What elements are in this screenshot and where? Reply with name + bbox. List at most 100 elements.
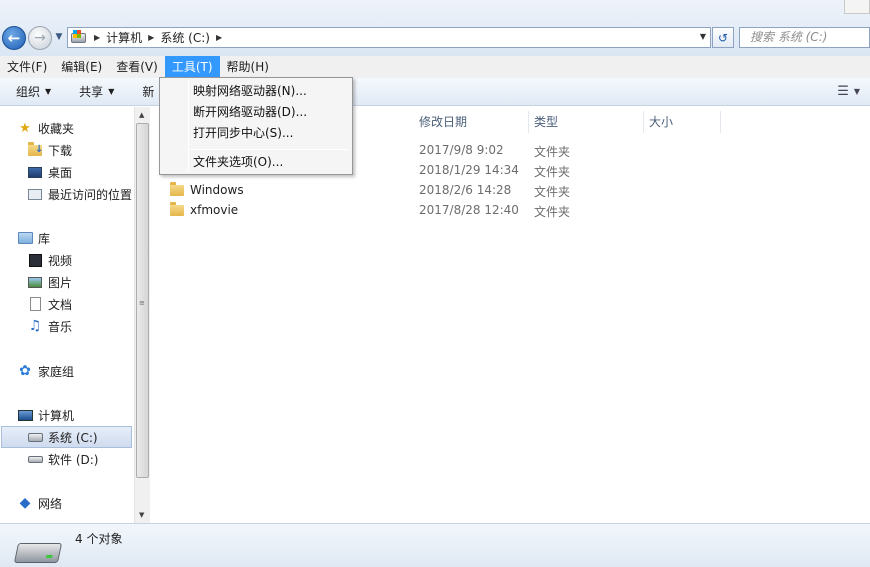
chevron-down-icon: ▼ [853,87,860,96]
sidebar-item-label: 视频 [48,253,73,268]
sidebar-item-desktop[interactable]: 桌面 [27,161,72,183]
system-drive-icon [27,429,43,445]
share-button[interactable]: 共享 ▼ [71,83,122,100]
pictures-icon [27,274,43,290]
file-date: 2018/1/29 14:34 [419,163,519,177]
grip-icon: ≡ [139,299,145,307]
breadcrumb-separator-icon[interactable]: ▶ [148,33,154,42]
chevron-down-icon: ▼ [45,87,52,96]
sidebar-item-libraries[interactable]: 库 [17,227,50,249]
breadcrumb-computer[interactable]: 计算机 [106,29,142,46]
sidebar-item-label: 系统 (C:) [48,430,98,445]
breadcrumb-drive-c[interactable]: 系统 (C:) [160,29,210,46]
column-header-type[interactable]: 类型 [529,111,644,133]
navigation-scrollbar[interactable]: ▲ ≡ ▼ [134,107,150,523]
column-header-size[interactable]: 大小 [644,111,721,133]
music-note-icon: ♫ [28,318,42,334]
sidebar-item-music[interactable]: ♫ 音乐 [27,315,72,337]
organize-label: 组织 [16,85,41,99]
sidebar-item-drive-d[interactable]: 软件 (D:) [27,448,98,470]
file-date: 2018/2/6 14:28 [419,183,512,197]
table-row[interactable]: Windows 2018/2/6 14:28 文件夹 [151,180,711,200]
drive-icon [13,543,63,563]
file-name: xfmovie [190,203,239,217]
sidebar-item-computer[interactable]: 计算机 [17,404,74,426]
file-type: 文件夹 [534,185,571,199]
menu-item-disconnect-network-drive[interactable]: 断开网络驱动器(D)... [193,102,307,122]
scroll-down-icon[interactable]: ▼ [139,511,144,519]
menu-item-folder-options[interactable]: 文件夹选项(O)... [193,152,283,172]
recent-pages-button[interactable]: ▼ [54,30,64,44]
address-history-dropdown-icon[interactable]: ▼ [700,32,706,41]
computer-icon [17,407,33,423]
sidebar-item-downloads[interactable]: ↓ 下载 [27,139,72,161]
libraries-icon [17,230,33,246]
file-type: 文件夹 [534,145,571,159]
documents-icon [27,296,43,312]
menu-edit[interactable]: 编辑(E) [54,56,109,78]
forward-button[interactable]: → [28,26,52,50]
menu-item-open-sync-center[interactable]: 打开同步中心(S)... [193,123,293,143]
file-name: Windows [190,183,244,197]
sidebar-item-videos[interactable]: 视频 [27,249,72,271]
organize-button[interactable]: 组织 ▼ [8,83,59,100]
downloads-folder-icon: ↓ [27,141,43,158]
menu-help[interactable]: 帮助(H) [220,56,276,78]
item-count: 4 个对象 [75,532,123,546]
file-date: 2017/8/28 12:40 [419,203,519,217]
column-header-date[interactable]: 修改日期 [414,111,529,133]
refresh-button[interactable]: ↺ [712,27,734,48]
sidebar-item-documents[interactable]: 文档 [27,293,72,315]
breadcrumb-separator-icon[interactable]: ▶ [216,33,222,42]
navigation-pane: ★ 收藏夹 ↓ 下载 桌面 最近访问的位置 库 视频 图片 文档 ♫ 音乐 ✿ … [0,107,150,523]
sidebar-item-label: 桌面 [48,165,73,180]
menu-item-map-network-drive[interactable]: 映射网络驱动器(N)... [193,81,307,101]
desktop-icon [27,164,43,180]
folder-icon [170,201,184,216]
sidebar-item-drive-c[interactable]: 系统 (C:) [1,426,132,448]
sidebar-item-label: 网络 [38,496,63,511]
menu-view[interactable]: 查看(V) [109,56,165,78]
tools-menu: 映射网络驱动器(N)... 断开网络驱动器(D)... 打开同步中心(S)...… [159,77,353,175]
sidebar-item-recent-places[interactable]: 最近访问的位置 [27,183,132,205]
back-button[interactable]: ← [2,26,26,50]
scrollbar-thumb[interactable]: ≡ [136,123,149,478]
sidebar-item-homegroup[interactable]: ✿ 家庭组 [17,360,74,382]
file-type: 文件夹 [534,165,571,179]
sidebar-item-label: 库 [38,231,51,246]
file-date: 2017/9/8 9:02 [419,143,504,157]
network-icon: ◆ [19,495,31,511]
menu-file[interactable]: 文件(F) [0,56,54,78]
change-view-button[interactable]: ☰ ▼ [837,84,860,99]
sidebar-item-network[interactable]: ◆ 网络 [17,492,62,514]
view-icon: ☰ [837,84,849,99]
refresh-icon: ↺ [717,30,729,45]
chevron-down-icon: ▼ [108,87,115,96]
status-bar: 4 个对象 [0,523,870,567]
drive-icon [27,451,43,467]
sidebar-item-pictures[interactable]: 图片 [27,271,72,293]
sidebar-item-label: 图片 [48,275,73,290]
sidebar-item-label: 收藏夹 [38,121,75,136]
drive-icon [70,29,88,46]
star-icon: ★ [19,120,31,136]
videos-icon [27,252,43,268]
breadcrumb-separator-icon[interactable]: ▶ [94,33,100,42]
close-button[interactable] [844,0,870,14]
search-input[interactable]: 搜索 系统 (C:) [739,27,870,48]
table-row[interactable]: xfmovie 2017/8/28 12:40 文件夹 [151,200,711,220]
address-bar[interactable]: ▶ 计算机 ▶ 系统 (C:) ▶ ▼ [67,27,711,48]
homegroup-icon: ✿ [19,363,31,379]
sidebar-item-label: 下载 [48,143,73,158]
sidebar-item-label: 家庭组 [38,364,75,379]
menu-bar: 文件(F) 编辑(E) 查看(V) 工具(T) 帮助(H) [0,56,870,78]
sidebar-item-label: 音乐 [48,319,73,334]
forward-arrow-icon: → [34,30,46,46]
menu-tools[interactable]: 工具(T) [164,56,220,78]
file-type: 文件夹 [534,205,571,219]
scroll-up-icon[interactable]: ▲ [139,111,144,119]
folder-icon [170,181,184,196]
sidebar-item-favorites[interactable]: ★ 收藏夹 [17,117,74,139]
menu-separator [190,149,349,150]
share-label: 共享 [79,85,104,99]
